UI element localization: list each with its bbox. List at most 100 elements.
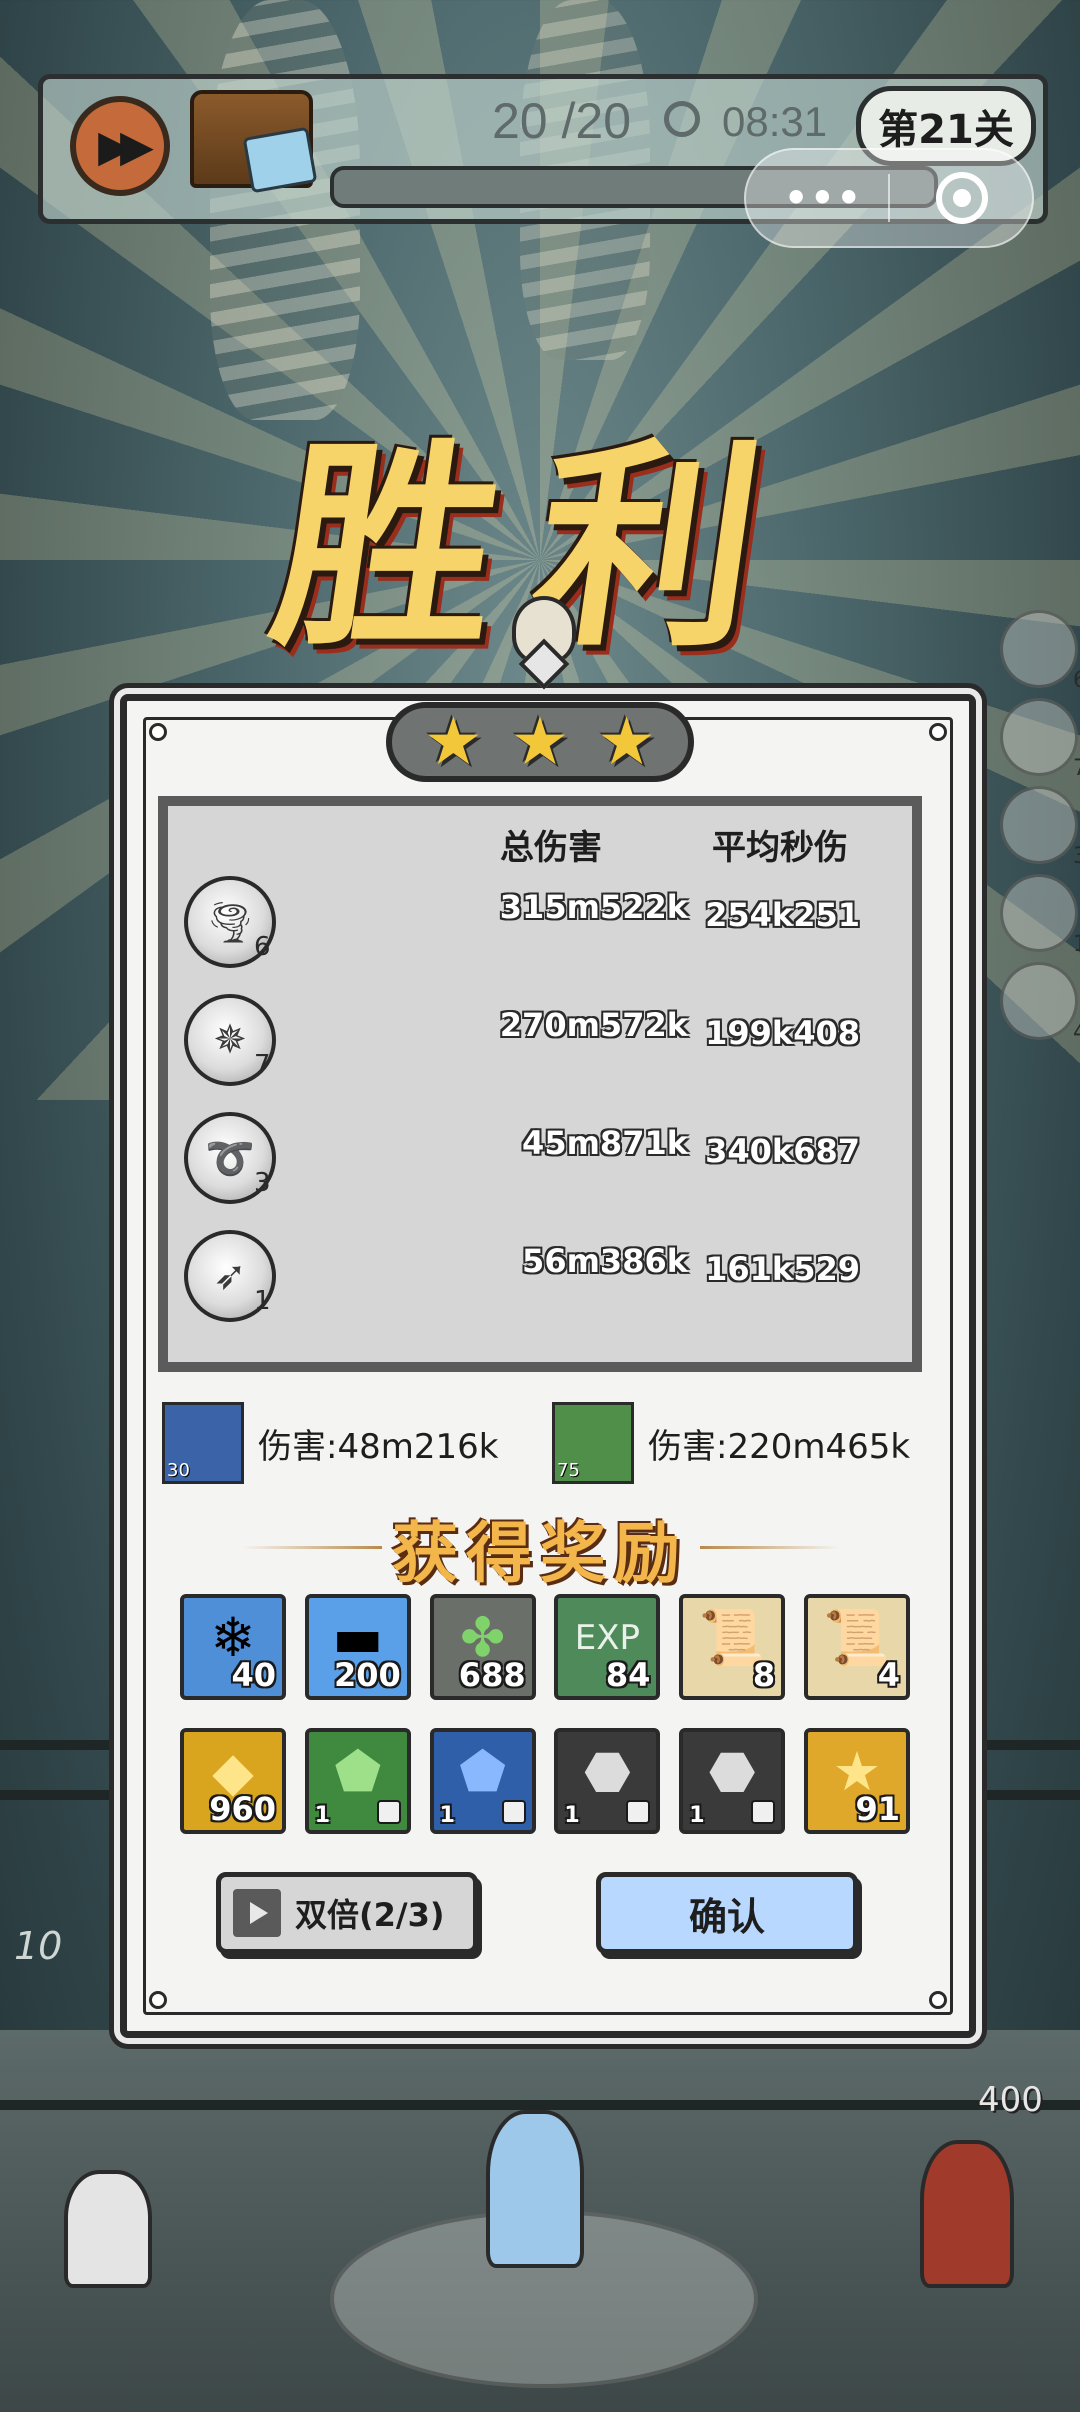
skill-glyph: ✵ [213, 1017, 247, 1063]
skill-level: 1 [254, 1286, 271, 1316]
close-target-button[interactable] [936, 172, 988, 224]
stat-row: 🌪 6 315m522k 254k251 [180, 876, 900, 976]
reward-silver-ore-2[interactable]: ⬣ 1 [679, 1728, 786, 1834]
avg-dps-value: 254k251 [705, 896, 860, 934]
video-ad-icon [233, 1889, 281, 1937]
ally-character [64, 2170, 152, 2288]
mage-character [486, 2110, 584, 2268]
panel-rivet [929, 1991, 947, 2009]
total-damage-value: 315m522k [499, 888, 688, 926]
side-skill-count: 1 [1073, 932, 1080, 957]
hero-level: 30 [167, 1460, 190, 1481]
avg-dps-value: 161k529 [705, 1250, 860, 1288]
green-crystal-icon: ⬟ [334, 1740, 382, 1803]
silver-ore-icon: ⬣ [708, 1740, 756, 1803]
hero-damage-entry: 30 伤害:48m216k [162, 1402, 498, 1484]
star-icon: ★ [510, 703, 570, 780]
reward-qty: 91 [855, 1790, 900, 1828]
treasure-chest-icon[interactable] [190, 90, 313, 188]
star-rating: ★ ★ ★ [386, 702, 694, 782]
total-damage-value: 270m572k [499, 1006, 688, 1044]
rewards-title: 获得奖励 [392, 1514, 688, 1592]
total-damage-value: 45m871k [522, 1124, 688, 1162]
reward-qty: 4 [877, 1656, 900, 1694]
avg-dps-value: 199k408 [705, 1014, 860, 1052]
hero-damage-text: 伤害:48m216k [258, 1426, 499, 1467]
fast-forward-button[interactable]: ▶▶ [70, 96, 170, 196]
reward-green-leaf-orb[interactable]: ✤ 688 [429, 1594, 536, 1700]
reward-exp[interactable]: EXP 84 [554, 1594, 661, 1700]
reward-qty: 1 [439, 1803, 455, 1828]
side-skill-icon[interactable]: 1 [1000, 874, 1080, 957]
hero-avatar[interactable]: 30 [162, 1402, 244, 1484]
reward-silver-ore[interactable]: ⬣ 1 [554, 1728, 661, 1834]
hero-avatar[interactable]: 75 [552, 1402, 634, 1484]
reward-qty: 84 [605, 1656, 651, 1694]
stat-row: ➰ 3 45m871k 340k687 [180, 1112, 900, 1212]
hero-damage-text: 伤害:220m465k [648, 1426, 911, 1467]
skill-glyph: 🌪 [204, 899, 256, 946]
reward-ice-crystal[interactable]: ❄ 40 [180, 1594, 286, 1700]
avg-dps-value: 340k687 [705, 1132, 860, 1170]
side-skill-list: 6 7 3 1 4 [1000, 610, 1080, 1050]
reward-gold-gem-coin[interactable]: ◆ 960 [180, 1728, 286, 1834]
reward-gold-star-coin[interactable]: ★ 91 [803, 1728, 910, 1834]
reward-scroll-necklace[interactable]: 📜 8 [679, 1594, 786, 1700]
skill-glyph: ➰ [205, 1135, 255, 1182]
reward-qty: 1 [689, 1803, 705, 1828]
reward-qty: 1 [564, 1803, 580, 1828]
side-skill-icon[interactable]: 3 [1000, 786, 1080, 869]
column-header-total-damage: 总伤害 [500, 828, 602, 868]
capsule-divider [888, 174, 890, 222]
star-icon: ★ [423, 703, 483, 780]
panel-rivet [149, 723, 167, 741]
side-skill-count: 7 [1073, 756, 1080, 781]
reward-ice-bar[interactable]: ▬ 200 [304, 1594, 411, 1700]
more-menu-button[interactable]: ••• [784, 176, 863, 220]
item-type-tag [376, 1800, 401, 1824]
silver-ore-icon: ⬣ [583, 1740, 631, 1803]
ground-stripe [0, 2100, 1080, 2110]
skill-glyph: ➶ [213, 1253, 247, 1299]
total-damage-value: 56m386k [522, 1242, 688, 1280]
stat-row: ➶ 1 56m386k 161k529 [180, 1230, 900, 1330]
reward-scroll-flame[interactable]: 📜 4 [803, 1594, 910, 1700]
reward-qty: 960 [209, 1790, 276, 1828]
reward-qty: 40 [231, 1656, 276, 1694]
stat-row: ✵ 7 270m572k 199k408 [180, 994, 900, 1094]
skill-level: 7 [254, 1050, 271, 1080]
side-skill-icon[interactable]: 6 [1000, 610, 1080, 693]
reward-qty: 200 [334, 1656, 401, 1694]
side-skill-count: 6 [1073, 668, 1080, 693]
enemy-hp-label: 400 [978, 2080, 1043, 2120]
timer: 08:31 [722, 98, 828, 145]
clock-icon [664, 101, 700, 137]
wave-counter: 20 /20 [492, 93, 632, 149]
reward-qty: 688 [458, 1656, 526, 1694]
item-type-tag [626, 1800, 651, 1824]
side-skill-icon[interactable]: 7 [1000, 698, 1080, 781]
skill-level: 3 [254, 1168, 271, 1198]
item-type-tag [501, 1800, 526, 1824]
miniprogram-capsule: ••• [744, 148, 1034, 248]
panel-rivet [149, 1991, 167, 2009]
enemy-character [920, 2140, 1014, 2288]
hero-level: 75 [557, 1460, 580, 1481]
side-skill-icon[interactable]: 4 [1000, 962, 1080, 1045]
panel-rivet [929, 723, 947, 741]
side-skill-count: 3 [1073, 844, 1080, 869]
double-reward-button[interactable]: 双倍(2/3) [216, 1872, 478, 1954]
reward-green-crystal[interactable]: ⬟ 1 [304, 1728, 411, 1834]
reward-row: ◆ 960 ⬟ 1 ⬟ 1 ⬣ 1 ⬣ 1 ★ 91 [180, 1728, 910, 1834]
hero-damage-entry: 75 伤害:220m465k [552, 1402, 910, 1484]
reward-qty: 8 [752, 1656, 776, 1694]
confirm-button[interactable]: 确认 [596, 1872, 858, 1954]
reward-row: ❄ 40 ▬ 200 ✤ 688 EXP 84 📜 8 📜 4 [180, 1594, 910, 1700]
skill-level: 6 [254, 932, 271, 962]
reward-qty: 1 [314, 1803, 331, 1828]
fast-forward-icon: ▶▶ [98, 120, 154, 172]
reward-blue-crystal[interactable]: ⬟ 1 [429, 1728, 536, 1834]
column-header-avg-dps: 平均秒伤 [712, 828, 848, 868]
item-type-tag [751, 1800, 776, 1824]
star-icon: ★ [597, 703, 657, 780]
